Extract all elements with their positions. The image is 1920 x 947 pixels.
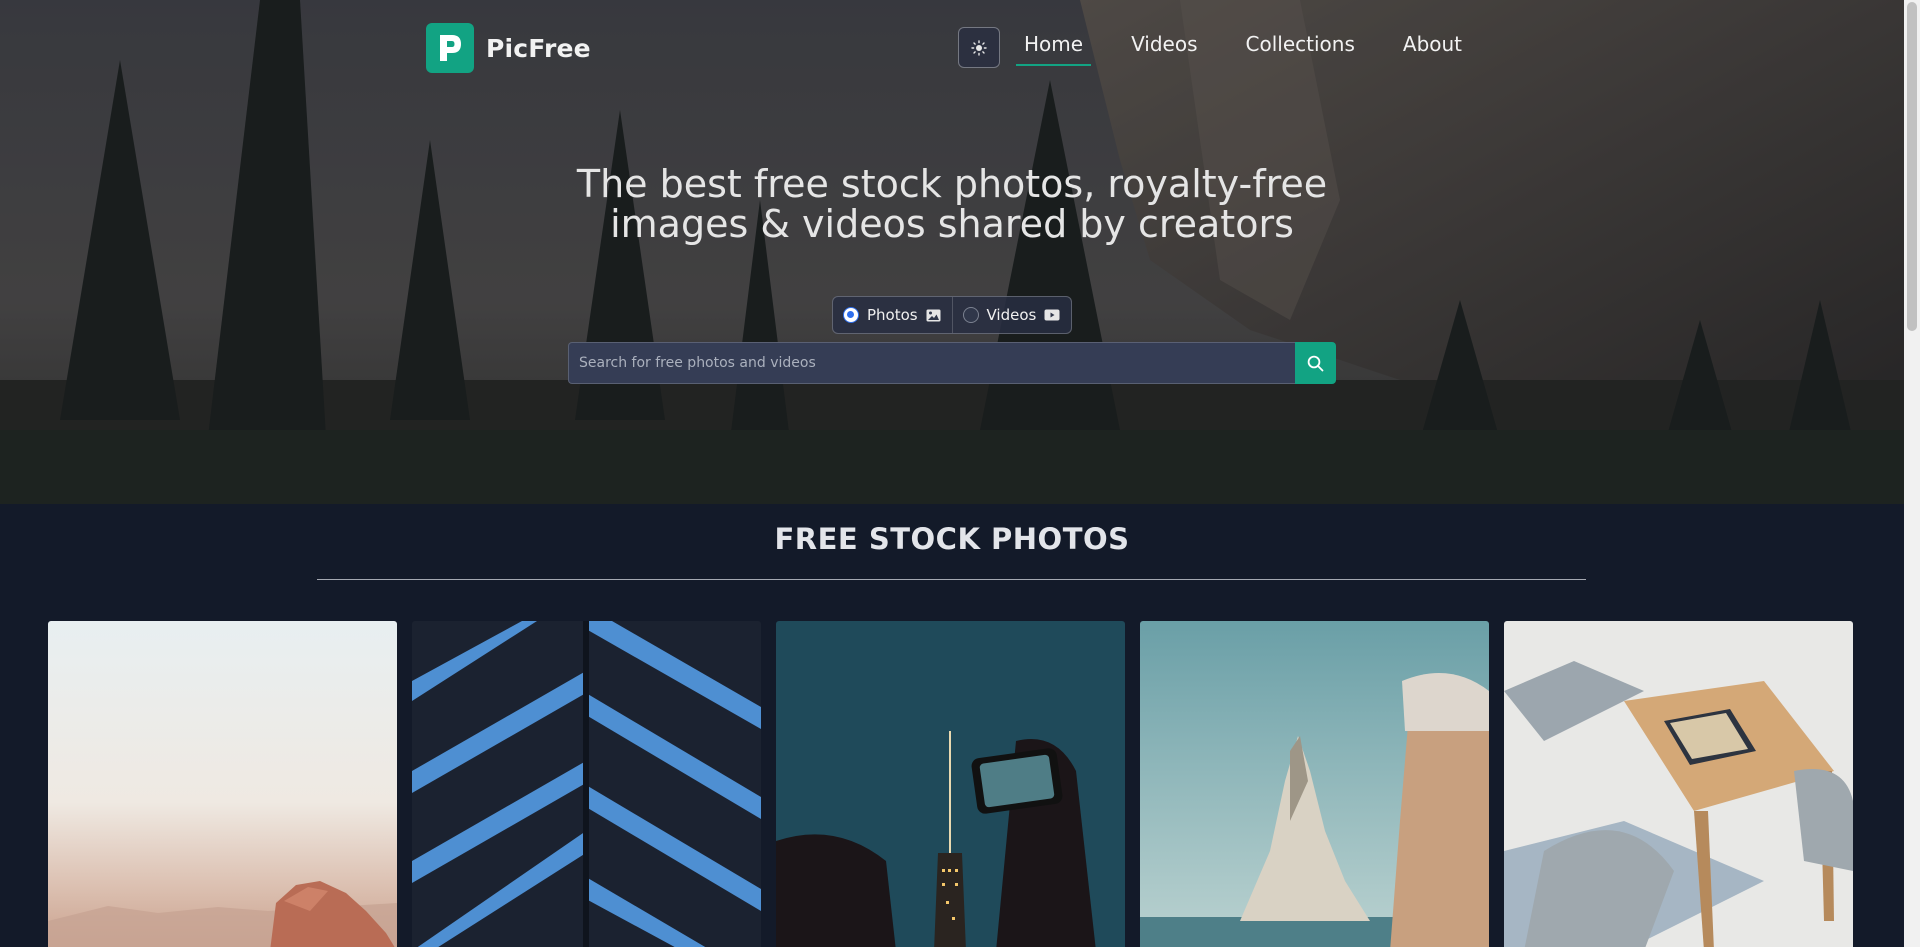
video-icon [1044, 309, 1060, 321]
search-bar [568, 342, 1336, 384]
photo-card[interactable] [1140, 621, 1489, 947]
search-icon [1307, 355, 1324, 371]
page-scrollbar[interactable] [1904, 0, 1920, 947]
photo-card[interactable] [412, 621, 761, 947]
photo-card[interactable] [776, 621, 1125, 947]
photo-grid [48, 621, 1853, 947]
photos-radio[interactable] [843, 307, 859, 323]
building-facade-photo [412, 621, 761, 947]
nav-home[interactable]: Home [1016, 28, 1092, 66]
hero-overlay [0, 0, 1904, 504]
hero-title: The best free stock photos, royalty-free… [560, 164, 1344, 244]
hero-title-line-2: images & videos shared by creators [610, 202, 1294, 246]
nav-collections[interactable]: Collections [1238, 28, 1363, 66]
nav-about[interactable]: About [1395, 28, 1470, 66]
search-button[interactable] [1295, 342, 1336, 384]
search-input[interactable] [568, 342, 1295, 384]
image-icon [926, 309, 941, 321]
desert-rock-photo [48, 621, 397, 947]
sea-rock-photo [1140, 621, 1489, 947]
section-divider [317, 579, 1586, 580]
media-type-toggle: Photos Videos [832, 296, 1072, 334]
brand-name: PicFree [486, 33, 591, 63]
scrollbar-thumb[interactable] [1907, 2, 1917, 331]
hero-title-line-1: The best free stock photos, royalty-free [576, 162, 1328, 206]
media-option-photos[interactable]: Photos [833, 297, 952, 333]
photo-card[interactable] [1504, 621, 1853, 947]
sun-icon [971, 39, 987, 56]
phone-skyline-photo [776, 621, 1125, 947]
brand-link[interactable]: PicFree [426, 23, 591, 73]
section-title: FREE STOCK PHOTOS [774, 522, 1130, 556]
videos-label: Videos [986, 306, 1037, 324]
main-nav: Home Videos Collections About [1016, 28, 1502, 66]
hero-banner [0, 0, 1904, 504]
media-option-videos[interactable]: Videos [951, 297, 1072, 333]
photo-card[interactable] [48, 621, 397, 947]
videos-radio[interactable] [962, 307, 979, 323]
picfree-p-logo-icon [426, 23, 474, 73]
nav-videos[interactable]: Videos [1123, 28, 1205, 66]
theme-toggle-button[interactable] [958, 27, 1000, 68]
tablet-on-table-photo [1504, 621, 1853, 947]
photos-label: Photos [867, 306, 918, 324]
